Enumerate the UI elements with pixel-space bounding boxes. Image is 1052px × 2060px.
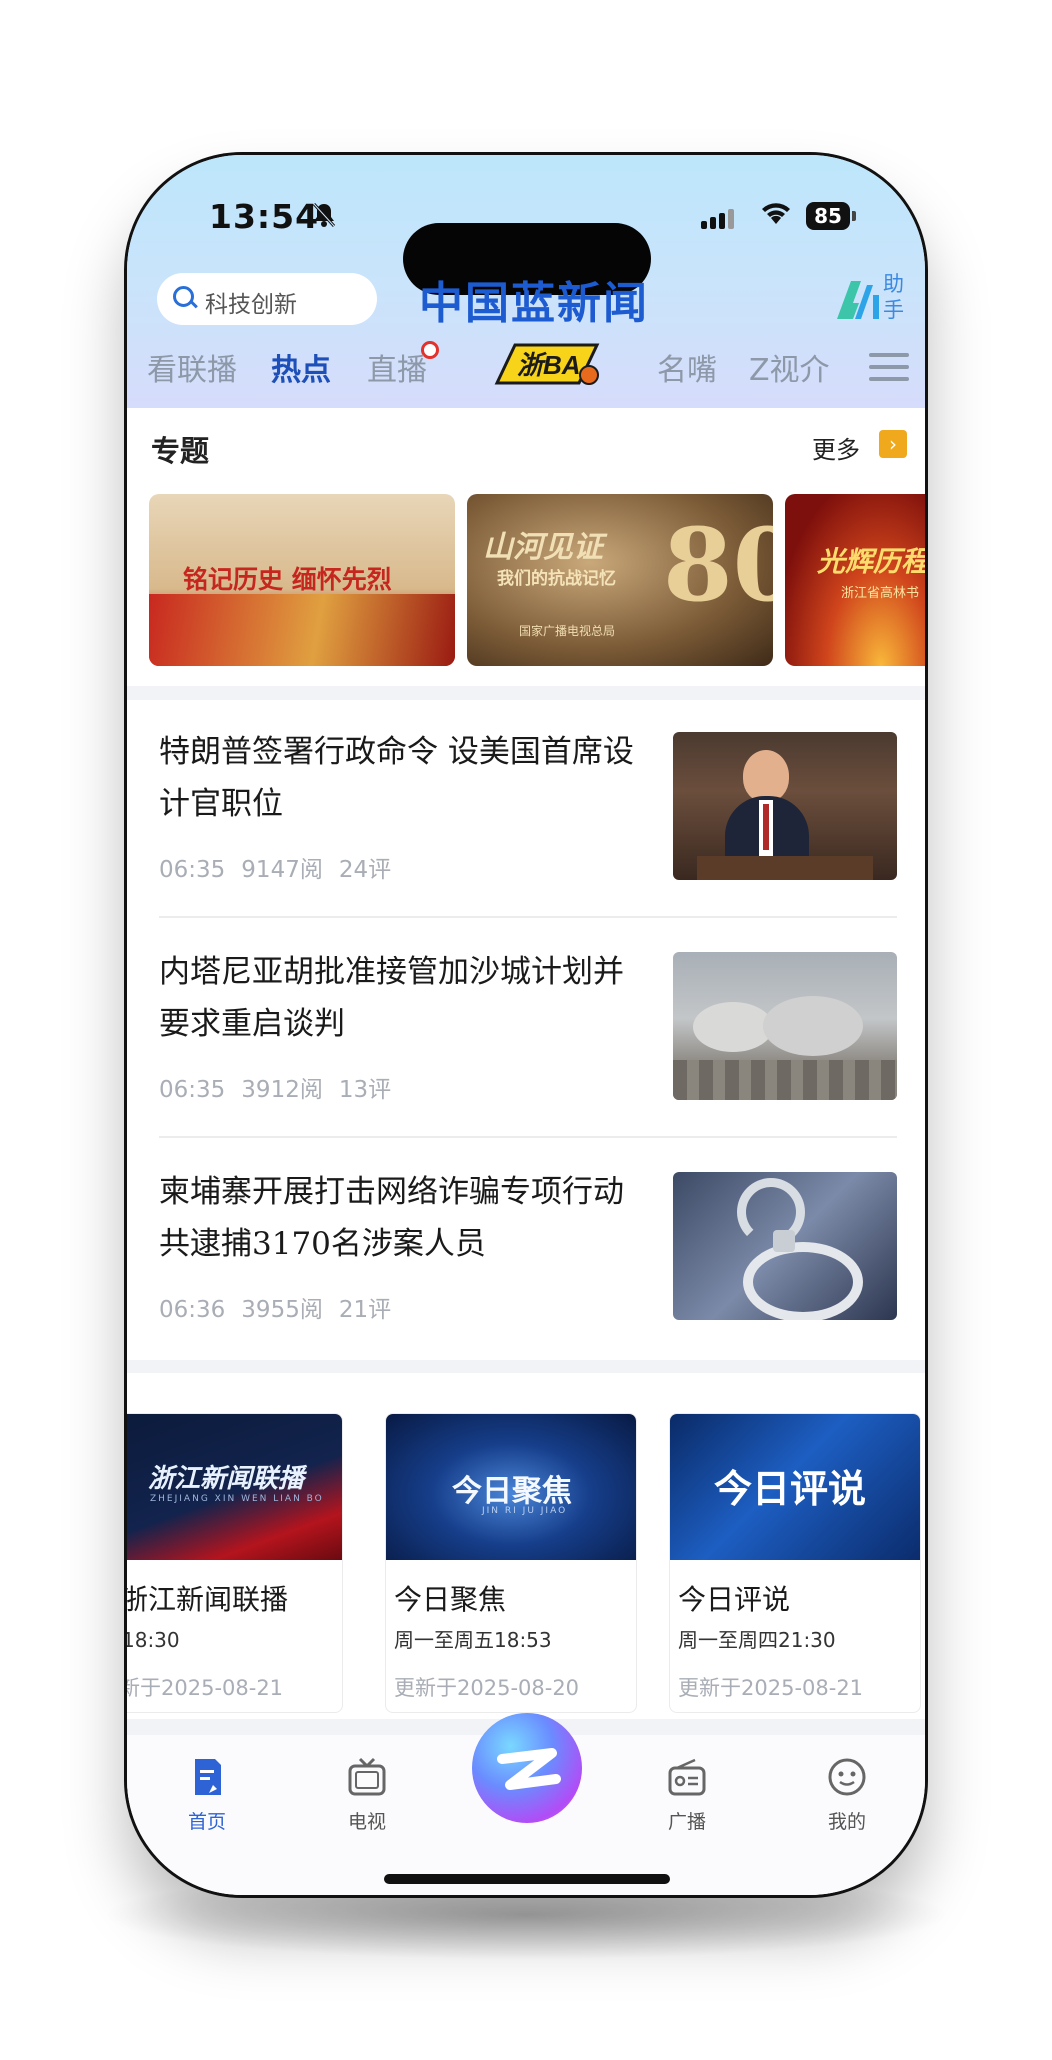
news-item[interactable]: 特朗普签署行政命令 设美国首席设计官职位 06:35 9147阅 24评 (127, 700, 925, 918)
tab-mine[interactable]: 我的 (797, 1757, 897, 1834)
nav-item-lianbo[interactable]: 看联播 (147, 345, 237, 389)
document-icon (187, 1757, 227, 1797)
news-thumbnail[interactable] (673, 952, 897, 1100)
topics-section: 专题 更多 › 铭记历史 缅怀先烈 山河见证 我们的抗战记忆 80 国家广播电视… (127, 408, 925, 686)
news-comments: 21评 (338, 1297, 392, 1323)
search-placeholder: 科技创新 (205, 292, 297, 318)
news-time: 06:35 (159, 1077, 226, 1103)
program-schedule: 周一至周四21:30 (678, 1628, 836, 1652)
program-logo-sub: ZHEJIANG XIN WEN LIAN BO (150, 1494, 324, 1504)
news-time: 06:35 (159, 857, 226, 883)
topic-card-subtext: 我们的抗战记忆 (497, 569, 616, 589)
banner-flag-graphic (149, 594, 455, 666)
news-title[interactable]: 柬埔寨开展打击网络诈骗专项行动 共逮捕3170名涉案人员 (159, 1166, 639, 1270)
nav-item-hot[interactable]: 热点 (271, 345, 331, 389)
status-time: 13:54 (209, 197, 320, 236)
news-reads: 9147阅 (241, 857, 323, 883)
nav-item-live[interactable]: 直播 (367, 345, 427, 389)
program-logo-text: 浙江新闻联播 (148, 1464, 305, 1494)
news-item[interactable]: 内塔尼亚胡批准接管加沙城计划并要求重启谈判 06:35 3912阅 13评 (127, 920, 925, 1138)
svg-text:浙BA: 浙BA (517, 350, 581, 380)
program-logo-text: 今日评说 (714, 1467, 867, 1511)
silent-bell-icon (311, 201, 337, 236)
news-title[interactable]: 内塔尼亚胡批准接管加沙城计划并要求重启谈判 (159, 946, 639, 1050)
topic-card-glory[interactable]: 光辉历程 浙江省高林书 (785, 494, 925, 666)
tv-icon (347, 1757, 387, 1797)
program-thumbnail: 今日聚焦 JIN RI JU JIAO (386, 1414, 636, 1560)
topic-card-text: 山河见证 (483, 530, 603, 565)
app-screen: 13:54 85 科技创新 中国蓝新闻 助手 看联播 热点 直播 浙BA 名嘴 … (127, 155, 925, 1895)
nav-item-zshijie[interactable]: Z视介 (749, 345, 830, 389)
topic-card-subtext: 浙江省高林书 (841, 586, 920, 601)
radio-icon (667, 1757, 707, 1797)
news-comments: 13评 (338, 1077, 392, 1103)
ai-assistant-icon[interactable] (831, 273, 885, 337)
news-thumbnail[interactable] (673, 1172, 897, 1320)
tab-radio[interactable]: 广播 (637, 1757, 737, 1834)
search-input[interactable]: 科技创新 (157, 273, 377, 325)
zhe-ba-logo[interactable]: 浙BA (493, 341, 603, 387)
divider (159, 916, 897, 918)
topic-card-war-memory[interactable]: 山河见证 我们的抗战记忆 80 国家广播电视总局 (467, 494, 773, 666)
news-meta: 06:35 3912阅 13评 (159, 1070, 407, 1104)
nav-item-mingzui[interactable]: 名嘴 (657, 345, 717, 389)
zhejiang-logo-button[interactable] (472, 1713, 582, 1823)
topic-card-text: 光辉历程 (817, 545, 925, 578)
topics-title: 专题 (151, 434, 210, 468)
program-logo-text: 今日聚焦 (452, 1474, 572, 1509)
tab-home[interactable]: 首页 (157, 1757, 257, 1834)
news-reads: 3955阅 (241, 1297, 323, 1323)
bottom-tab-bar: 首页 电视 广播 我的 (127, 1713, 925, 1895)
program-card[interactable]: 今日聚焦 JIN RI JU JIAO 今日聚焦 周一至周五18:53 更新于2… (385, 1413, 637, 1713)
divider (159, 1136, 897, 1138)
chevron-right-icon[interactable]: › (879, 430, 907, 458)
tab-label: 电视 (347, 1811, 386, 1833)
topic-card-credit: 国家广播电视总局 (519, 624, 616, 638)
program-card[interactable]: 浙江新闻联播 ZHEJIANG XIN WEN LIAN BO 浙江新闻联播 每… (127, 1413, 343, 1713)
phone-frame: 13:54 85 科技创新 中国蓝新闻 助手 看联播 热点 直播 浙BA 名嘴 … (124, 152, 928, 1898)
program-schedule: 周一至周五18:53 (394, 1628, 552, 1652)
more-link[interactable]: 更多 (812, 430, 860, 465)
tab-label: 广播 (667, 1811, 706, 1833)
news-meta: 06:36 3955阅 21评 (159, 1290, 407, 1324)
programs-section: 浙江新闻联播 ZHEJIANG XIN WEN LIAN BO 浙江新闻联播 每… (127, 1373, 925, 1719)
news-meta: 06:35 9147阅 24评 (159, 850, 407, 884)
news-title[interactable]: 特朗普签署行政命令 设美国首席设计官职位 (159, 726, 639, 830)
topic-card-memorial[interactable]: 铭记历史 缅怀先烈 (149, 494, 455, 666)
program-logo-sub: JIN RI JU JIAO (482, 1506, 568, 1516)
status-bar: 13:54 85 (127, 197, 925, 295)
news-reads: 3912阅 (241, 1077, 323, 1103)
app-header: 13:54 85 科技创新 中国蓝新闻 助手 看联播 热点 直播 浙BA 名嘴 … (127, 155, 925, 408)
tab-label: 首页 (187, 1811, 226, 1833)
anniversary-badge: 80 (663, 506, 773, 624)
home-indicator[interactable] (384, 1874, 670, 1884)
program-name: 今日聚焦 (394, 1583, 507, 1616)
program-thumbnail: 今日评说 (670, 1414, 920, 1560)
news-comments: 24评 (338, 857, 392, 883)
program-name: 浙江新闻联播 (127, 1583, 289, 1616)
search-icon (173, 286, 194, 307)
smile-icon (827, 1757, 867, 1797)
tab-tv[interactable]: 电视 (317, 1757, 417, 1834)
program-updated: 更新于2025-08-21 (127, 1676, 284, 1700)
wifi-icon (759, 199, 793, 234)
battery-indicator: 85 (806, 202, 856, 230)
news-thumbnail[interactable] (673, 732, 897, 880)
topic-card-text: 铭记历史 缅怀先烈 (183, 565, 392, 594)
program-schedule: 每晚18:30 (127, 1628, 180, 1652)
program-updated: 更新于2025-08-21 (678, 1676, 864, 1700)
channel-nav: 看联播 热点 直播 浙BA 名嘴 Z视介 (127, 341, 925, 395)
program-card[interactable]: 今日评说 今日评说 周一至周四21:30 更新于2025-08-21 (669, 1413, 921, 1713)
tab-label: 我的 (827, 1811, 866, 1833)
assistant-label[interactable]: 助手 (883, 271, 907, 323)
news-time: 06:36 (159, 1297, 226, 1323)
app-brand-title: 中国蓝新闻 (419, 278, 649, 329)
menu-icon[interactable] (869, 353, 909, 389)
program-name: 今日评说 (678, 1583, 791, 1616)
program-thumbnail: 浙江新闻联播 ZHEJIANG XIN WEN LIAN BO (127, 1414, 342, 1560)
news-item[interactable]: 柬埔寨开展打击网络诈骗专项行动 共逮捕3170名涉案人员 06:36 3955阅 2… (127, 1140, 925, 1358)
news-list: 特朗普签署行政命令 设美国首席设计官职位 06:35 9147阅 24评 内塔尼亚胡… (127, 700, 925, 1360)
program-updated: 更新于2025-08-20 (394, 1676, 580, 1700)
